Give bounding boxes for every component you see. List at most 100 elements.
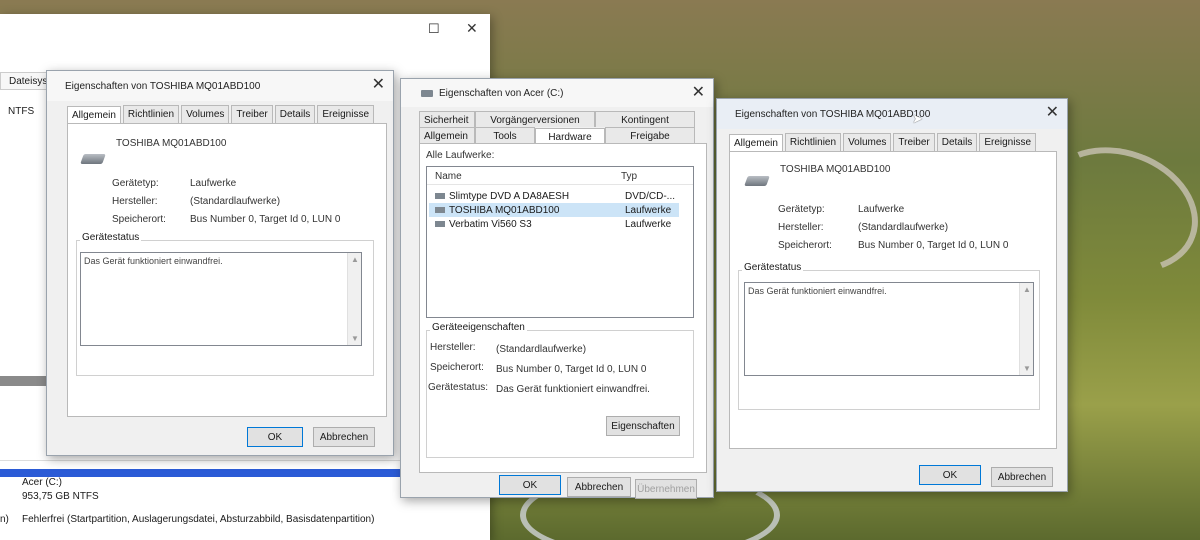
maker-value: (Standardlaufwerke) (190, 196, 281, 207)
drive-type: DVD/CD-... (625, 190, 675, 202)
maker-value: (Standardlaufwerke) (858, 222, 949, 233)
apply-button[interactable]: Übernehmen (635, 479, 697, 499)
drives-list[interactable]: Name Typ Slimtype DVD A DA8AESH DVD/CD-.… (426, 166, 694, 318)
status-value: Das Gerät funktioniert einwandfrei. (496, 384, 650, 395)
device-type-label: Gerätetyp: (778, 204, 825, 215)
tab-ereignisse[interactable]: Ereignisse (979, 133, 1037, 151)
volume-name[interactable]: Acer (C:) (22, 477, 62, 488)
col-type-header[interactable]: Typ (621, 171, 637, 182)
list-header: Name Typ (427, 167, 693, 185)
all-drives-label: Alle Laufwerke: (426, 150, 495, 161)
hard-disk-icon (80, 154, 106, 164)
location-label: Speicherort: (112, 214, 166, 225)
hardware-panel: Alle Laufwerke: Name Typ Slimtype DVD A … (419, 143, 707, 473)
tab-kontingent[interactable]: Kontingent (595, 111, 695, 127)
maker-label: Hersteller: (112, 196, 158, 207)
tab-freigabe[interactable]: Freigabe (605, 127, 695, 143)
mouse-cursor-icon: ➤ (912, 111, 923, 126)
close-icon[interactable]: ✕ (692, 85, 705, 101)
drive-name: Slimtype DVD A DA8AESH (449, 190, 570, 202)
maximize-icon[interactable]: ☐ (428, 21, 440, 37)
ok-button[interactable]: OK (247, 427, 303, 447)
close-icon[interactable]: ✕ (466, 20, 478, 37)
right-tabs: Allgemein Richtlinien Volumes Treiber De… (717, 133, 1067, 152)
tab-volumes[interactable]: Volumes (843, 133, 892, 151)
device-status-text: Das Gerät funktioniert einwandfrei. ▲ ▼ (80, 252, 362, 346)
status-scrollbar[interactable]: ▲ ▼ (1019, 283, 1033, 375)
left-properties-dialog: Eigenschaften von TOSHIBA MQ01ABD100 ✕ A… (46, 70, 394, 456)
usb-drive-icon (435, 221, 445, 227)
dvd-drive-icon (435, 193, 445, 199)
ok-button[interactable]: OK (499, 475, 561, 495)
tab-hardware[interactable]: Hardware (535, 128, 605, 144)
device-name: TOSHIBA MQ01ABD100 (116, 138, 227, 149)
disk-management-titlebar: ☐ ✕ (0, 14, 490, 46)
col-name-header[interactable]: Name (435, 171, 462, 182)
ok-button[interactable]: OK (919, 465, 981, 485)
tab-allgemein[interactable]: Allgemein (729, 134, 783, 152)
device-type-value: Laufwerke (190, 178, 237, 189)
cancel-button[interactable]: Abbrechen (313, 427, 375, 447)
middle-dialog-titlebar: Eigenschaften von Acer (C:) ✕ (401, 79, 713, 107)
device-name: TOSHIBA MQ01ABD100 (780, 164, 891, 175)
device-properties-label: Geräteeigenschaften (430, 322, 527, 333)
location-value: Bus Number 0, Target Id 0, LUN 0 (858, 240, 1009, 251)
tab-sicherheit[interactable]: Sicherheit (419, 111, 475, 127)
maker-label: Hersteller: (778, 222, 824, 233)
tab-richtlinien[interactable]: Richtlinien (784, 133, 842, 151)
right-properties-dialog: Eigenschaften von TOSHIBA MQ01ABD100 ✕ ➤… (716, 98, 1068, 492)
tab-details[interactable]: Details (936, 133, 978, 151)
list-item-dvd[interactable]: Slimtype DVD A DA8AESH DVD/CD-... (429, 189, 679, 203)
device-status-label: Gerätestatus (80, 232, 142, 243)
middle-dialog-title: Eigenschaften von Acer (C:) (439, 87, 564, 99)
tab-details[interactable]: Details (274, 105, 316, 123)
left-dialog-title: Eigenschaften von TOSHIBA MQ01ABD100 (65, 80, 261, 92)
tabs-row-1: Sicherheit Vorgängerversionen Kontingent (419, 111, 707, 127)
disk-bar-top (0, 376, 48, 386)
drive-icon (421, 89, 433, 97)
tab-vorgaengerversionen[interactable]: Vorgängerversionen (475, 111, 595, 127)
tab-allgemein[interactable]: Allgemein (419, 127, 475, 143)
tab-treiber[interactable]: Treiber (893, 133, 935, 151)
left-dialog-titlebar: Eigenschaften von TOSHIBA MQ01ABD100 ✕ (47, 71, 393, 101)
tab-allgemein[interactable]: Allgemein (67, 106, 121, 124)
drive-name: Verbatim Vi560 S3 (449, 218, 532, 230)
tab-treiber[interactable]: Treiber (231, 105, 273, 123)
left-general-panel: TOSHIBA MQ01ABD100 Gerätetyp: Laufwerke … (67, 123, 387, 417)
right-dialog-titlebar: Eigenschaften von TOSHIBA MQ01ABD100 ✕ ➤ (717, 99, 1067, 129)
filesystem-cell: NTFS (8, 106, 35, 117)
location-label: Speicherort: (778, 240, 832, 251)
cancel-button[interactable]: Abbrechen (991, 467, 1053, 487)
drive-type: Laufwerke (625, 218, 672, 230)
maker-label: Hersteller: (430, 342, 476, 353)
drive-name: TOSHIBA MQ01ABD100 (449, 204, 560, 216)
tab-tools[interactable]: Tools (475, 127, 535, 143)
tab-volumes[interactable]: Volumes (181, 105, 230, 123)
properties-button[interactable]: Eigenschaften (606, 416, 680, 436)
edge-fragment: n) (0, 514, 9, 525)
location-value: Bus Number 0, Target Id 0, LUN 0 (190, 214, 341, 225)
device-type-label: Gerätetyp: (112, 178, 159, 189)
right-dialog-title: Eigenschaften von TOSHIBA MQ01ABD100 (735, 108, 931, 120)
close-icon[interactable]: ✕ (372, 77, 385, 93)
volume-size: 953,75 GB NTFS (22, 491, 99, 502)
device-status-text: Das Gerät funktioniert einwandfrei. ▲ ▼ (744, 282, 1034, 376)
hard-disk-icon (744, 176, 770, 186)
status-label: Gerätestatus: (428, 382, 489, 393)
middle-properties-dialog: Eigenschaften von Acer (C:) ✕ Sicherheit… (400, 78, 714, 499)
location-label: Speicherort: (430, 362, 484, 373)
tab-ereignisse[interactable]: Ereignisse (317, 105, 375, 123)
list-item-toshiba[interactable]: TOSHIBA MQ01ABD100 Laufwerke (429, 203, 679, 217)
volume-status: Fehlerfrei (Startpartition, Auslagerungs… (22, 514, 375, 525)
location-value: Bus Number 0, Target Id 0, LUN 0 (496, 364, 647, 375)
right-general-panel: TOSHIBA MQ01ABD100 Gerätetyp: Laufwerke … (729, 151, 1057, 449)
status-scrollbar[interactable]: ▲ ▼ (347, 253, 361, 345)
close-icon[interactable]: ✕ (1046, 105, 1059, 121)
tabs-row-2: Allgemein Tools Hardware Freigabe (419, 127, 707, 144)
maker-value: (Standardlaufwerke) (496, 344, 587, 355)
hard-disk-icon (435, 207, 445, 213)
tab-richtlinien[interactable]: Richtlinien (122, 105, 180, 123)
drive-type: Laufwerke (625, 204, 672, 216)
cancel-button[interactable]: Abbrechen (567, 477, 631, 497)
list-item-verbatim[interactable]: Verbatim Vi560 S3 Laufwerke (429, 217, 679, 231)
